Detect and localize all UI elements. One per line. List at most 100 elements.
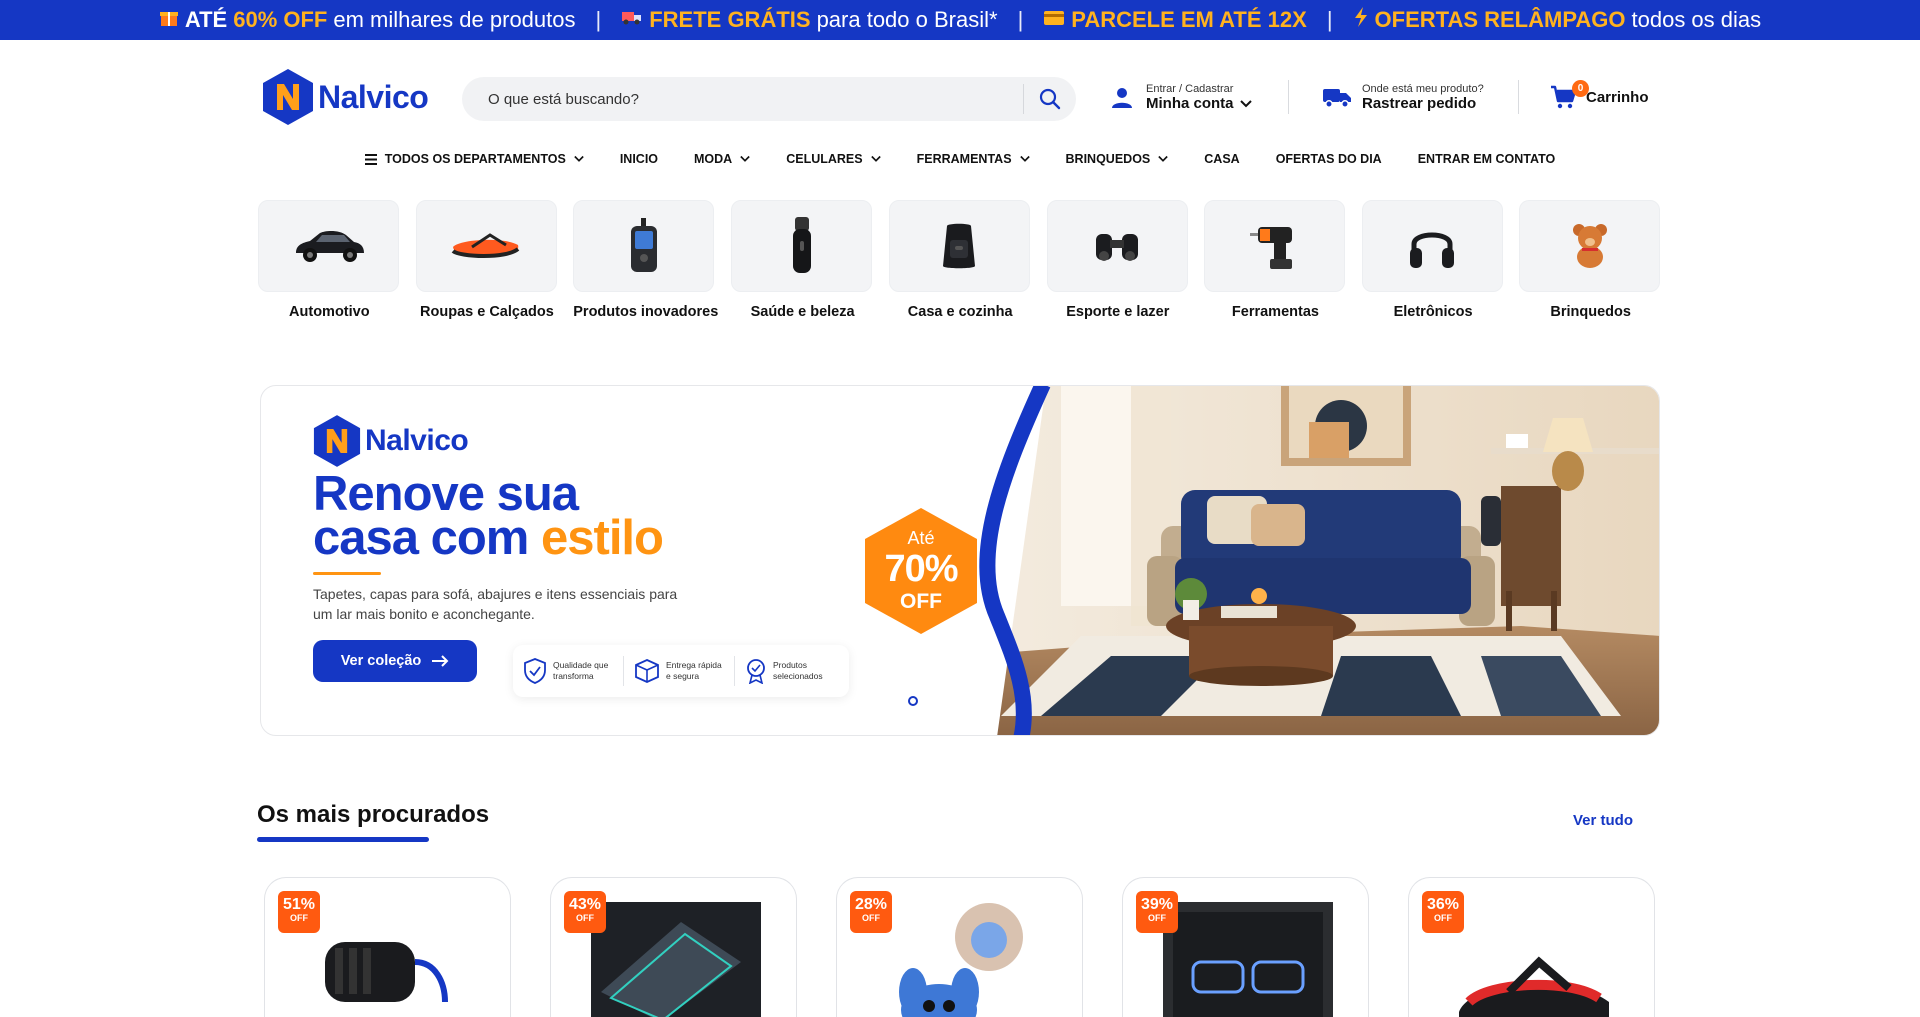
credit-card-icon [1043, 9, 1065, 32]
site-logo[interactable]: Nalvico [262, 68, 429, 126]
category-produtos-inovadores[interactable]: Produtos inovadores [573, 200, 718, 320]
banner-title: Renove sua casa com estilo [313, 467, 664, 565]
carousel-dot[interactable] [908, 696, 918, 706]
header-divider [1288, 80, 1289, 114]
category-automotivo[interactable]: Automotivo [258, 200, 401, 320]
product-card[interactable]: 39% OFF [1122, 877, 1369, 1017]
nav-ferramentas[interactable]: FERRAMENTAS [899, 152, 1048, 166]
feature-selected: Produtos selecionados [735, 656, 841, 686]
nav-ofertas-do-dia[interactable]: OFERTAS DO DIA [1258, 152, 1400, 166]
nav-entrar-em-contato[interactable]: ENTRAR EM CONTATO [1400, 152, 1574, 166]
binoculars-icon [1096, 234, 1138, 261]
nav-celulares[interactable]: CELULARES [768, 152, 898, 166]
nav-casa[interactable]: CASA [1186, 152, 1257, 166]
category-row: Automotivo Roupas e Calçados Produtos in… [258, 200, 1662, 320]
chevron-down-icon [870, 155, 881, 162]
main-nav: TODOS OS DEPARTAMENTOS INICIO MODA CELUL… [0, 146, 1920, 172]
promo-separator: | [595, 7, 602, 32]
shield-check-icon [524, 658, 546, 684]
gift-icon [159, 7, 179, 33]
discount-badge: Até 70% OFF [861, 506, 981, 636]
product-card[interactable]: 36% OFF [1408, 877, 1655, 1017]
teddy-bear-icon [1572, 224, 1607, 268]
promo-discount: ATÉ 60% OFF em milhares de produtos [159, 7, 576, 33]
chevron-down-icon [1158, 155, 1169, 162]
site-header: Nalvico Entrar / Cadastrar Minha conta O… [0, 40, 1920, 155]
nav-all-departments[interactable]: TODOS OS DEPARTAMENTOS [347, 152, 602, 166]
category-brinquedos[interactable]: Brinquedos [1519, 200, 1662, 320]
category-roupas-e-calcados[interactable]: Roupas e Calçados [415, 200, 559, 320]
product-card[interactable]: 51% OFF [264, 877, 511, 1017]
promo-flash: OFERTAS RELÂMPAGO todos os dias [1353, 7, 1761, 33]
search-icon [1039, 88, 1061, 110]
user-icon [1112, 87, 1132, 108]
product-image [1459, 956, 1609, 1017]
banner-description: Tapetes, capas para sofá, abajures e ite… [313, 586, 678, 622]
feature-quality: Qualidade que transforma [513, 656, 624, 686]
logo-mark-icon [313, 415, 361, 467]
promo-separator: | [1017, 7, 1024, 32]
category-ferramentas[interactable]: Ferramentas [1204, 200, 1347, 320]
promo-shipping: FRETE GRÁTIS para todo o Brasil* [621, 7, 998, 33]
headphones-icon [1410, 232, 1455, 268]
sandal-icon [451, 233, 520, 258]
product-card[interactable]: 28% OFF [836, 877, 1083, 1017]
hero-banner[interactable]: Nalvico Renove sua casa com estilo Tapet… [260, 385, 1660, 736]
promo-bar: ATÉ 60% OFF em milhares de produtos | FR… [0, 0, 1920, 40]
banner-logo: Nalvico [313, 414, 469, 468]
product-row: 51% OFF 43% OFF 28% OFF 39% OFF 36% OFF [264, 877, 1655, 1017]
feature-delivery: Entrega rápida e segura [624, 656, 735, 686]
delivery-truck-icon [1323, 88, 1351, 108]
section-title: Os mais procurados [257, 801, 490, 828]
menu-icon [364, 153, 377, 165]
truck-icon [621, 8, 643, 32]
discount-badge: 43% OFF [564, 891, 606, 933]
cart-button[interactable]: 0 Carrinho [1550, 80, 1649, 110]
header-divider [1518, 80, 1519, 114]
living-room-image [961, 386, 1659, 735]
chevron-down-icon [574, 155, 584, 162]
discount-badge: 28% OFF [850, 891, 892, 933]
nav-moda[interactable]: MODA [676, 152, 768, 166]
nav-inicio[interactable]: INICIO [602, 152, 676, 166]
product-image [325, 942, 448, 1003]
view-collection-button[interactable]: Ver coleção [313, 640, 477, 682]
product-image [899, 903, 1023, 1017]
drill-icon [1249, 227, 1292, 269]
box-icon [635, 659, 659, 683]
chevron-down-icon [1019, 155, 1030, 162]
air-fryer-icon [943, 223, 976, 269]
category-saude-e-beleza[interactable]: Saúde e beleza [731, 200, 874, 320]
product-card[interactable]: 43% OFF [550, 877, 797, 1017]
lightning-icon [1353, 7, 1369, 33]
promo-separator: | [1326, 7, 1333, 32]
promo-installments: PARCELE EM ATÉ 12X [1043, 7, 1307, 33]
shaver-icon [792, 217, 811, 273]
discount-badge: 36% OFF [1422, 891, 1464, 933]
gps-device-icon [630, 218, 657, 272]
discount-badge: 51% OFF [278, 891, 320, 933]
search-input[interactable] [462, 77, 1023, 121]
logo-mark-icon [263, 69, 313, 125]
award-badge-icon [747, 659, 765, 684]
category-eletronicos[interactable]: Eletrônicos [1361, 200, 1505, 320]
arrow-right-icon [432, 655, 449, 667]
car-icon [295, 230, 364, 262]
discount-badge: 39% OFF [1136, 891, 1178, 933]
cart-count-badge: 0 [1572, 80, 1589, 97]
see-all-link[interactable]: Ver tudo [1573, 812, 1633, 829]
category-esporte-e-lazer[interactable]: Esporte e lazer [1046, 200, 1190, 320]
banner-features: Qualidade que transforma Entrega rápida … [513, 645, 849, 697]
search-bar [462, 77, 1076, 121]
search-button[interactable] [1024, 77, 1076, 121]
category-casa-e-cozinha[interactable]: Casa e cozinha [888, 200, 1032, 320]
account-menu[interactable]: Entrar / Cadastrar Minha conta [1110, 83, 1252, 112]
section-title-underline [257, 837, 429, 842]
chevron-down-icon [1239, 99, 1252, 107]
chevron-down-icon [740, 155, 750, 162]
track-order-link[interactable]: Onde está meu produto? Rastrear pedido [1322, 83, 1484, 112]
product-image [591, 902, 761, 1017]
banner-underline [313, 572, 381, 575]
product-image [1163, 902, 1333, 1017]
nav-brinquedos[interactable]: BRINQUEDOS [1048, 152, 1187, 166]
